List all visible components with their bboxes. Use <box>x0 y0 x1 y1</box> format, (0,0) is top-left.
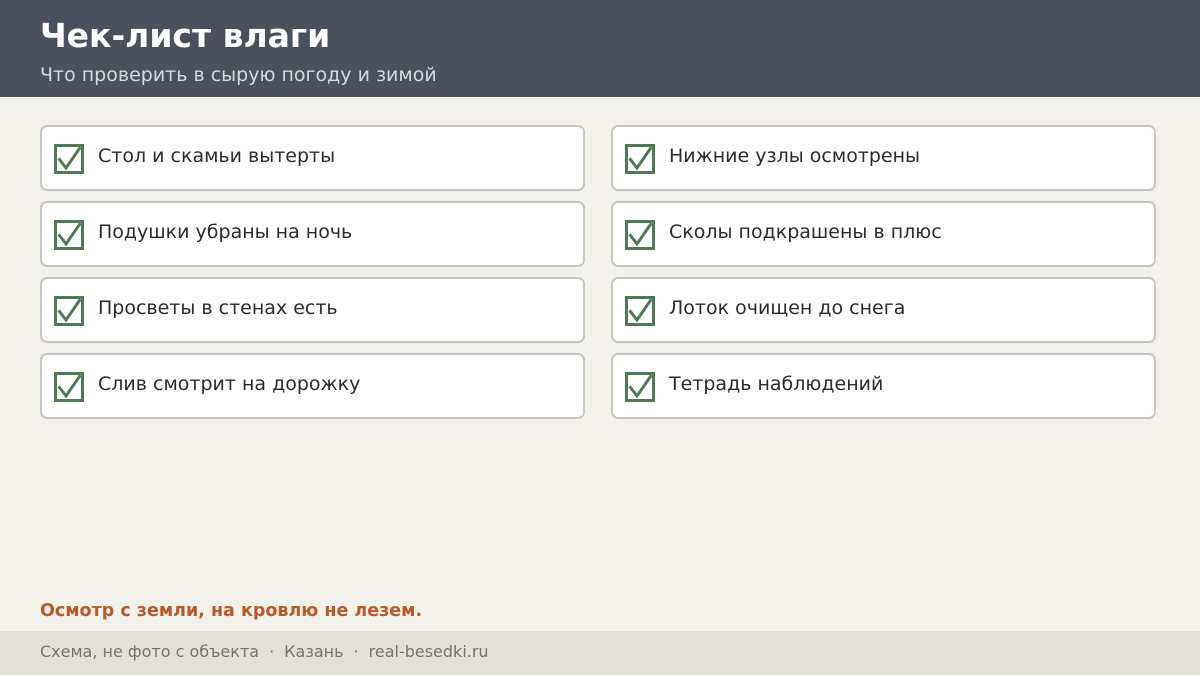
checklist-item[interactable]: Подушки убраны на ночь <box>40 201 585 267</box>
checklist-item-label: Подушки убраны на ночь <box>98 221 353 243</box>
checklist-item-label: Стол и скамьи вытерты <box>98 145 336 167</box>
header: Чек-лист влаги Что проверить в сырую пог… <box>0 0 1200 97</box>
checkbox-checked-icon[interactable] <box>625 144 655 174</box>
page-title: Чек-лист влаги <box>40 16 331 55</box>
footer-separator: · <box>269 642 275 661</box>
checkbox-checked-icon[interactable] <box>54 296 84 326</box>
checklist-item-label: Сколы подкрашены в плюс <box>669 221 942 243</box>
checklist-item[interactable]: Стол и скамьи вытерты <box>40 125 585 191</box>
page-subtitle: Что проверить в сырую погоду и зимой <box>40 64 437 86</box>
checklist-item[interactable]: Слив смотрит на дорожку <box>40 353 585 419</box>
checklist-item-label: Лоток очищен до снега <box>669 297 906 319</box>
checkbox-checked-icon[interactable] <box>54 144 84 174</box>
checklist-item-label: Просветы в стенах есть <box>98 297 338 319</box>
checklist-item[interactable]: Тетрадь наблюдений <box>611 353 1156 419</box>
footer-city: Казань <box>284 642 344 661</box>
checklist-grid: Стол и скамьи вытерты Нижние узлы осмотр… <box>40 125 1156 419</box>
checklist-item-label: Нижние узлы осмотрены <box>669 145 921 167</box>
checkbox-checked-icon[interactable] <box>54 372 84 402</box>
footer-separator: · <box>353 642 359 661</box>
footer: Схема, не фото с объекта · Казань · real-bes… <box>0 631 1200 675</box>
checkbox-checked-icon[interactable] <box>625 220 655 250</box>
footer-text: Схема, не фото с объекта · Казань · real-bes… <box>40 641 489 663</box>
checklist-item[interactable]: Сколы подкрашены в плюс <box>611 201 1156 267</box>
checklist-item[interactable]: Просветы в стенах есть <box>40 277 585 343</box>
checkbox-checked-icon[interactable] <box>54 220 84 250</box>
checklist-item-label: Тетрадь наблюдений <box>669 373 884 395</box>
safety-note: Осмотр с земли, на кровлю не лезем. <box>40 601 423 621</box>
checklist-item[interactable]: Лоток очищен до снега <box>611 277 1156 343</box>
checklist-item[interactable]: Нижние узлы осмотрены <box>611 125 1156 191</box>
checkbox-checked-icon[interactable] <box>625 296 655 326</box>
checklist-item-label: Слив смотрит на дорожку <box>98 373 361 395</box>
footer-disclaimer: Схема, не фото с объекта <box>40 642 260 661</box>
footer-website: real-besedki.ru <box>368 642 489 661</box>
checkbox-checked-icon[interactable] <box>625 372 655 402</box>
